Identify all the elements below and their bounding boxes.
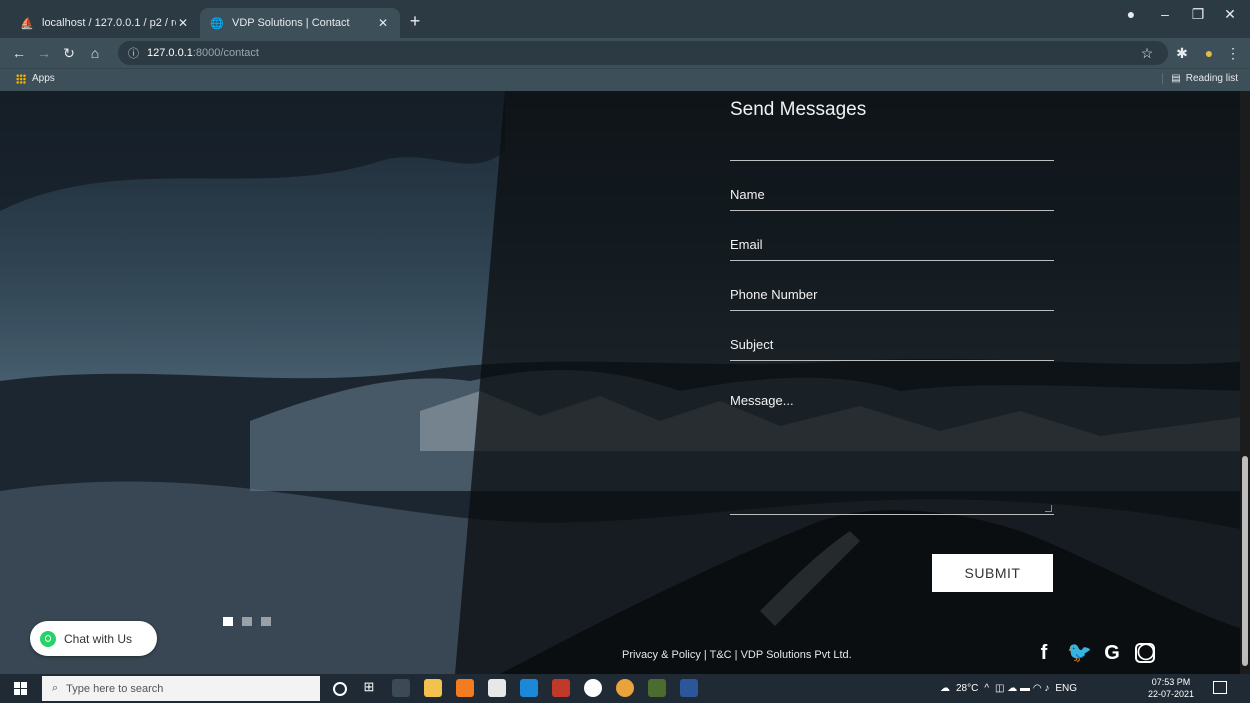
profile-icon[interactable]: ●: [1117, 6, 1145, 22]
footer-links[interactable]: Privacy & Policy | T&C | VDP Solutions P…: [622, 649, 852, 661]
email-input[interactable]: [730, 229, 1054, 260]
file-explorer-icon[interactable]: [424, 679, 442, 697]
tab-close-icon[interactable]: ✕: [376, 16, 390, 30]
extensions-icon[interactable]: ✱: [1171, 42, 1193, 64]
chat-label: Chat with Us: [64, 631, 133, 646]
twitter-icon[interactable]: 🐦: [1067, 642, 1092, 664]
store-icon[interactable]: [488, 679, 506, 697]
taskbar-clock[interactable]: 07:53 PM 22-07-2021: [1148, 676, 1194, 700]
taskbar-search-box[interactable]: ⌕ Type here to search: [42, 676, 320, 701]
resize-grip-icon[interactable]: [1045, 505, 1052, 512]
app-circle-icon[interactable]: [584, 679, 602, 697]
weather-icon: ☁: [940, 683, 950, 694]
pycharm-icon[interactable]: [648, 679, 666, 697]
address-bar[interactable]: ⓘ 127.0.0.1 :8000/contact: [118, 41, 1168, 65]
email-field-wrapper: [730, 229, 1054, 261]
tab-contact[interactable]: 🌐 VDP Solutions | Contact ✕: [200, 8, 400, 38]
name-input[interactable]: [730, 179, 1054, 210]
clock-time: 07:53 PM: [1151, 677, 1191, 687]
notification-icon[interactable]: [1213, 681, 1227, 694]
task-view-icon[interactable]: ⊞: [360, 679, 378, 697]
instagram-icon[interactable]: ◯: [1135, 643, 1155, 663]
windows-start-icon[interactable]: [14, 682, 27, 695]
reading-list-button[interactable]: ▤ Reading list: [1162, 73, 1238, 84]
maximize-icon[interactable]: ❐: [1184, 6, 1212, 23]
scrollbar-thumb[interactable]: [1242, 456, 1248, 666]
tab-title: localhost / 127.0.0.1 / p2 / reviev: [42, 17, 176, 29]
new-tab-button[interactable]: +: [404, 10, 426, 32]
star-icon[interactable]: ☆: [1136, 42, 1158, 64]
slider-dot-3[interactable]: [261, 617, 271, 626]
message-field-wrapper: [730, 389, 1054, 518]
apps-label: Apps: [32, 73, 55, 84]
language-indicator[interactable]: ENG: [1055, 683, 1077, 694]
tab-phpmyadmin[interactable]: ⛵ localhost / 127.0.0.1 / p2 / reviev ✕: [10, 8, 200, 38]
globe-favicon-icon: 🌐: [210, 17, 224, 30]
home-icon[interactable]: ⌂: [84, 42, 106, 64]
xampp-icon[interactable]: [456, 679, 474, 697]
window-app-icon[interactable]: [392, 679, 410, 697]
phone-field-wrapper: [730, 279, 1054, 311]
name-field-wrapper: [730, 179, 1054, 211]
bookmarks-bar: Apps ▤ Reading list: [0, 68, 1250, 91]
chrome-icon[interactable]: [616, 679, 634, 697]
reload-icon[interactable]: ↻: [58, 42, 80, 64]
chevron-up-icon[interactable]: ^: [984, 683, 989, 694]
subject-field-wrapper: [730, 329, 1054, 361]
browser-toolbar: ← → ↻ ⌂ ⓘ 127.0.0.1 :8000/contact ☆ ✱ ● …: [0, 38, 1250, 68]
search-placeholder: Type here to search: [66, 682, 164, 695]
apps-grid-icon: [16, 73, 26, 84]
subject-input[interactable]: [730, 329, 1054, 360]
message-textarea[interactable]: [730, 389, 1054, 518]
weather-temp[interactable]: 28°C: [956, 683, 978, 694]
minimize-icon[interactable]: –: [1151, 6, 1179, 22]
url-host: 127.0.0.1: [147, 47, 193, 59]
contact-page: Send Messages SUBMIT Chat with Us Privac…: [0, 91, 1250, 674]
browser-tab-strip: ⛵ localhost / 127.0.0.1 / p2 / reviev ✕ …: [0, 0, 1250, 38]
apps-bookmark[interactable]: Apps: [16, 73, 55, 84]
social-links: f 🐦 G ◯: [1033, 642, 1155, 664]
slider-dot-2[interactable]: [242, 617, 252, 626]
phpmyadmin-favicon-icon: ⛵: [20, 17, 34, 30]
system-tray: ☁ 28°C ^ ◫ ☁ ▬ ◠ ♪ ENG: [940, 674, 1077, 703]
slider-dot-1[interactable]: [223, 617, 233, 626]
tab-title: VDP Solutions | Contact: [232, 17, 350, 29]
submit-button[interactable]: SUBMIT: [932, 554, 1053, 592]
phone-input[interactable]: [730, 279, 1054, 310]
form-title: Send Messages: [730, 99, 867, 120]
url-path: :8000/contact: [192, 47, 259, 59]
reading-list-label: Reading list: [1185, 73, 1238, 84]
title-divider: [730, 160, 1054, 161]
mail-icon[interactable]: [520, 679, 538, 697]
slider-dots: [223, 617, 271, 626]
whatsapp-icon: [40, 630, 56, 647]
cortana-icon[interactable]: [333, 682, 347, 696]
back-icon[interactable]: ←: [8, 42, 30, 64]
forward-icon[interactable]: →: [33, 42, 55, 64]
reading-list-icon: ▤: [1171, 73, 1181, 84]
facebook-icon[interactable]: f: [1033, 642, 1055, 664]
google-icon[interactable]: G: [1101, 642, 1123, 664]
tray-icons[interactable]: ◫ ☁ ▬ ◠ ♪: [995, 683, 1049, 694]
windows-taskbar: ⌕ Type here to search ⊞ ☁ 28°C ^ ◫ ☁ ▬ ◠…: [0, 674, 1250, 703]
chat-with-us-button[interactable]: Chat with Us: [30, 621, 157, 656]
window-close-icon[interactable]: ✕: [1216, 6, 1244, 23]
tab-close-icon[interactable]: ✕: [176, 16, 190, 30]
menu-icon[interactable]: ⋮: [1222, 42, 1244, 64]
clock-date: 22-07-2021: [1148, 689, 1195, 699]
info-icon[interactable]: ⓘ: [128, 45, 139, 61]
page-scrollbar[interactable]: [1240, 91, 1250, 674]
word-icon[interactable]: [680, 679, 698, 697]
avatar[interactable]: ●: [1198, 42, 1220, 64]
mcafee-icon[interactable]: [552, 679, 570, 697]
search-icon: ⌕: [52, 682, 59, 694]
